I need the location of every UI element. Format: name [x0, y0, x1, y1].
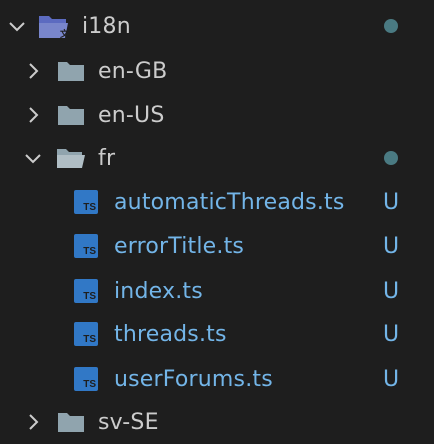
changes-indicator-dot [384, 19, 398, 33]
tree-item-label: en-US [98, 102, 165, 128]
folder-icon [57, 59, 85, 83]
git-status-untracked: U [383, 366, 400, 392]
folder-icon [57, 103, 85, 127]
tree-item-file[interactable]: TS userForums.ts U [0, 357, 434, 401]
chevron-right-icon[interactable] [22, 60, 44, 82]
chevron-right-icon[interactable] [22, 411, 44, 433]
typescript-file-icon: TS [74, 322, 98, 346]
typescript-file-icon: TS [74, 367, 98, 391]
file-label: userForums.ts [114, 366, 273, 392]
tree-item-file[interactable]: TS automaticThreads.ts U [0, 180, 434, 224]
tree-item-fr[interactable]: fr [0, 136, 434, 180]
git-status-untracked: U [383, 278, 400, 304]
tree-item-i18n[interactable]: 文A i18n [0, 4, 434, 48]
folder-icon [57, 410, 85, 434]
changes-indicator-dot [384, 151, 398, 165]
file-label: automaticThreads.ts [114, 189, 345, 215]
file-label: threads.ts [114, 321, 227, 347]
tree-item-file[interactable]: TS threads.ts U [0, 312, 434, 356]
svg-text:文A: 文A [59, 28, 70, 39]
folder-open-icon [56, 146, 86, 170]
tree-item-en-gb[interactable]: en-GB [0, 49, 434, 93]
file-label: errorTitle.ts [114, 233, 245, 259]
git-status-untracked: U [383, 321, 400, 347]
tree-item-label: i18n [82, 13, 131, 39]
chevron-right-icon[interactable] [22, 104, 44, 126]
chevron-down-icon[interactable] [22, 147, 44, 169]
folder-localization-open-icon: 文A [38, 12, 70, 40]
file-explorer-tree: 文A i18n en-GB en-US [0, 0, 434, 444]
tree-item-sv-se[interactable]: sv-SE [0, 400, 434, 444]
file-label: index.ts [114, 278, 203, 304]
tree-item-file[interactable]: TS errorTitle.ts U [0, 224, 434, 268]
tree-item-en-us[interactable]: en-US [0, 93, 434, 137]
tree-item-label: sv-SE [98, 409, 159, 435]
typescript-file-icon: TS [74, 279, 98, 303]
tree-item-label: fr [98, 145, 116, 171]
typescript-file-icon: TS [74, 190, 98, 214]
chevron-down-icon[interactable] [6, 15, 28, 37]
tree-item-label: en-GB [98, 58, 168, 84]
tree-item-file[interactable]: TS index.ts U [0, 269, 434, 313]
git-status-untracked: U [383, 233, 400, 259]
git-status-untracked: U [383, 189, 400, 215]
typescript-file-icon: TS [74, 234, 98, 258]
